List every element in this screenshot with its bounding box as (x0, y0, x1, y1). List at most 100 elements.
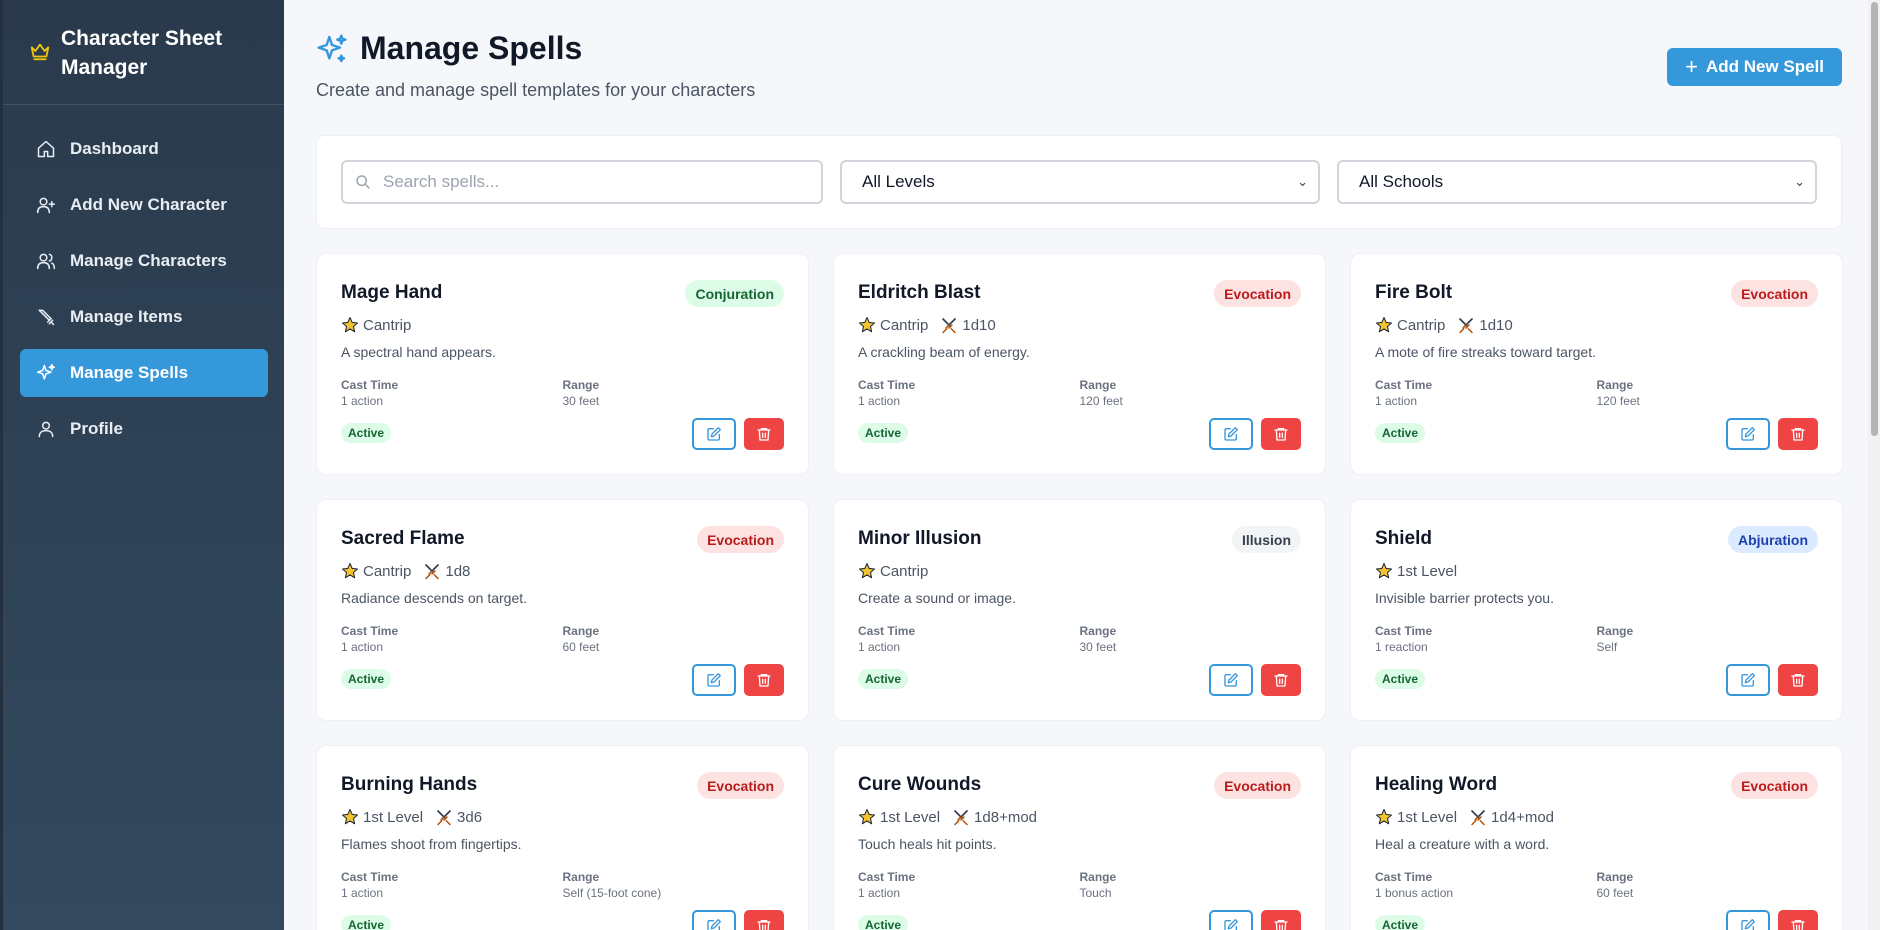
sidebar-item-label: Manage Characters (70, 251, 227, 270)
spell-level: Cantrip (363, 316, 412, 334)
search-input[interactable] (383, 172, 783, 192)
sidebar-item-dashboard[interactable]: Dashboard (20, 125, 268, 173)
star-icon (858, 316, 876, 333)
edit-button[interactable] (1726, 910, 1770, 930)
card-actions (1726, 664, 1818, 696)
delete-button[interactable] (1261, 418, 1301, 450)
delete-button[interactable] (1778, 418, 1818, 450)
edit-button[interactable] (1209, 910, 1253, 930)
trash-icon (757, 674, 771, 687)
cast-time-stat: Cast Time 1 action (1375, 378, 1597, 408)
crown-icon (30, 43, 50, 61)
cast-time-value: 1 action (341, 640, 384, 654)
edit-icon (707, 427, 721, 441)
search-box[interactable] (341, 160, 823, 204)
edit-button[interactable] (692, 418, 736, 450)
edit-button[interactable] (1726, 664, 1770, 696)
spell-card: Eldritch Blast Evocation Cantrip 1d10 A … (833, 253, 1326, 475)
edit-button[interactable] (1726, 418, 1770, 450)
delete-button[interactable] (1261, 910, 1301, 930)
range-value: 30 feet (1079, 640, 1117, 654)
chevron-down-icon: ⌄ (1297, 174, 1308, 189)
range-value: 60 feet (1596, 886, 1634, 900)
school-badge: Abjuration (1728, 526, 1818, 553)
spell-level: Cantrip (880, 562, 929, 580)
delete-button[interactable] (1778, 910, 1818, 930)
range-value: 60 feet (562, 640, 600, 654)
scrollbar-thumb[interactable] (1871, 2, 1878, 436)
school-select-value: All Schools (1359, 172, 1444, 191)
user-icon (38, 421, 54, 438)
spell-meta: Cantrip 1d8 (341, 562, 784, 580)
app-title: Character Sheet Manager (61, 27, 223, 79)
level-select-value: All Levels (862, 172, 935, 191)
sidebar-item-label: Add New Character (70, 195, 227, 214)
cast-time-value: 1 bonus action (1375, 886, 1454, 900)
trash-icon (1791, 674, 1805, 687)
delete-button[interactable] (744, 664, 784, 696)
spell-level: Cantrip (1397, 316, 1446, 334)
delete-button[interactable] (1261, 664, 1301, 696)
edit-icon (1224, 673, 1238, 687)
home-icon (37, 140, 55, 158)
card-actions (1726, 418, 1818, 450)
filter-bar: All Levels ⌄ All Schools ⌄ (316, 135, 1842, 229)
range-label: Range (1596, 378, 1634, 392)
edit-button[interactable] (1209, 664, 1253, 696)
spell-description: A spectral hand appears. (341, 344, 496, 360)
sidebar-item-manage-spells[interactable]: Manage Spells (20, 349, 268, 397)
spell-card: Cure Wounds Evocation 1st Level 1d8+mod … (833, 745, 1326, 930)
sidebar-item-manage-items[interactable]: Manage Items (20, 293, 268, 341)
cast-time-stat: Cast Time 1 bonus action (1375, 870, 1597, 900)
damage-group: 3d6 (435, 808, 482, 826)
cast-time-stat: Cast Time 1 action (341, 870, 563, 900)
sidebar-item-profile[interactable]: Profile (20, 405, 268, 453)
school-badge: Evocation (697, 526, 784, 553)
brand: Character Sheet Manager (3, 0, 284, 105)
range-stat: Range Touch (1080, 870, 1302, 900)
sidebar-item-manage-characters[interactable]: Manage Characters (20, 237, 268, 285)
scrollbar[interactable] (1868, 0, 1880, 930)
spell-card: Fire Bolt Evocation Cantrip 1d10 A mote … (1350, 253, 1843, 475)
edit-button[interactable] (1209, 418, 1253, 450)
spell-stats: Cast Time 1 action Range Self (15-foot c… (341, 870, 784, 900)
range-value: 30 feet (562, 394, 600, 408)
page-title-row: Manage Spells (316, 30, 582, 67)
school-select[interactable]: All Schools ⌄ (1337, 160, 1817, 204)
spell-description: A mote of fire streaks toward target. (1375, 344, 1596, 360)
spell-stats: Cast Time 1 action Range 30 feet (858, 624, 1301, 654)
cast-time-value: 1 reaction (1375, 640, 1428, 654)
spell-description: Heal a creature with a word. (1375, 836, 1550, 852)
spell-card: Healing Word Evocation 1st Level 1d4+mod… (1350, 745, 1843, 930)
range-value: Touch (1079, 886, 1112, 900)
card-actions (692, 418, 784, 450)
spell-stats: Cast Time 1 action Range 30 feet (341, 378, 784, 408)
delete-button[interactable] (744, 910, 784, 930)
range-value: 120 feet (1596, 394, 1640, 408)
delete-button[interactable] (744, 418, 784, 450)
edit-button[interactable] (692, 664, 736, 696)
user-plus-icon (36, 197, 56, 214)
crossed-swords-icon (1470, 809, 1486, 826)
level-select[interactable]: All Levels ⌄ (840, 160, 1320, 204)
add-new-spell-button[interactable]: + Add New Spell (1667, 48, 1842, 86)
cast-time-value: 1 action (341, 394, 384, 408)
cast-time-stat: Cast Time 1 action (858, 624, 1080, 654)
crossed-swords-icon (436, 809, 452, 826)
status-badge: Active (1375, 669, 1426, 689)
spell-level: 1st Level (880, 808, 941, 826)
edit-button[interactable] (692, 910, 736, 930)
spell-description: Radiance descends on target. (341, 590, 528, 606)
status-badge: Active (858, 669, 909, 689)
delete-button[interactable] (1778, 664, 1818, 696)
crossed-swords-icon (953, 809, 969, 826)
sidebar-item-label: Manage Spells (70, 363, 189, 382)
spell-card: Sacred Flame Evocation Cantrip 1d8 Radia… (316, 499, 809, 721)
spell-meta: Cantrip (858, 562, 1301, 580)
edit-icon (707, 673, 721, 687)
page-subtitle: Create and manage spell templates for yo… (316, 80, 756, 100)
range-label: Range (1596, 870, 1634, 884)
spell-stats: Cast Time 1 action Range Touch (858, 870, 1301, 900)
sidebar-item-add-new-character[interactable]: Add New Character (20, 181, 268, 229)
cast-time-label: Cast Time (1375, 624, 1433, 638)
